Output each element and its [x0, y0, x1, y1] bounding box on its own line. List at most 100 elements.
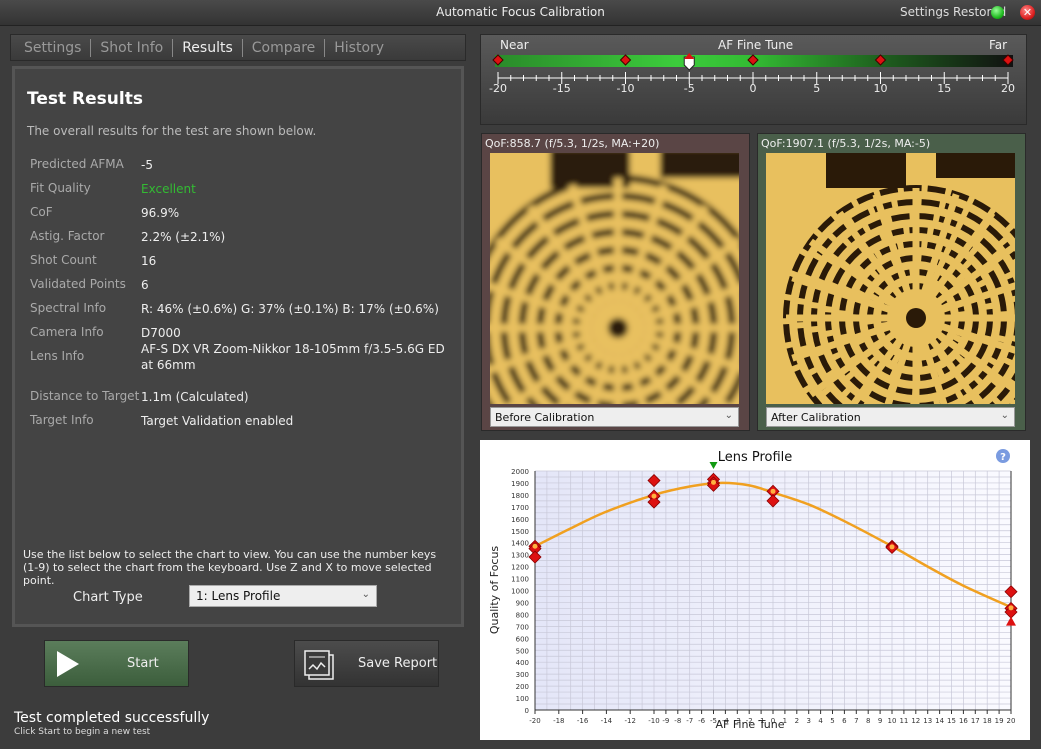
play-icon — [57, 651, 79, 677]
result-value: -5 — [141, 158, 153, 172]
help-icon-glyph: ? — [1000, 452, 1006, 463]
y-tick-label: 1200 — [511, 564, 529, 572]
result-label: Astig. Factor — [30, 229, 105, 243]
report-icon — [304, 650, 334, 680]
mean-point — [889, 544, 895, 550]
slider-tick-label: 5 — [813, 82, 820, 95]
x-tick-label: 11 — [899, 717, 908, 725]
y-tick-label: 1400 — [511, 540, 529, 548]
result-row: CoF 96.9% — [30, 205, 450, 220]
after-image-select[interactable]: After Calibration ⌄ — [766, 407, 1015, 427]
slider-tick-label: -5 — [684, 82, 695, 95]
before-image-select[interactable]: Before Calibration ⌄ — [490, 407, 739, 427]
slider-tick-label: 15 — [937, 82, 951, 95]
x-tick-label: 5 — [830, 717, 834, 725]
tab-bar: Settings Shot Info Results Compare Histo… — [10, 34, 466, 61]
result-label: Lens Info — [30, 349, 85, 363]
target-pattern — [766, 153, 1015, 404]
slider-tick-label: -20 — [489, 82, 507, 95]
y-tick-label: 300 — [516, 671, 529, 679]
mean-point — [1008, 605, 1014, 611]
result-label: Validated Points — [30, 277, 126, 291]
before-caption: QoF:858.7 (f/5.3, 1/2s, MA:+20) — [485, 137, 660, 150]
chevron-down-icon: ⌄ — [361, 589, 370, 600]
x-tick-label: 12 — [911, 717, 920, 725]
x-tick-label: 15 — [947, 717, 956, 725]
result-value: R: 46% (±0.6%) G: 37% (±0.1%) B: 17% (±0… — [141, 302, 439, 316]
y-tick-label: 500 — [516, 647, 529, 655]
x-axis-label: AF Fine Tune — [716, 718, 785, 731]
chart-type-select[interactable]: 1: Lens Profile ⌄ — [189, 585, 377, 607]
x-tick-label: 10 — [888, 717, 897, 725]
result-row: Camera Info D7000 — [30, 325, 450, 340]
result-value: 1.1m (Calculated) — [141, 390, 249, 404]
result-label: Predicted AFMA — [30, 157, 124, 171]
x-tick-label: 20 — [1007, 717, 1016, 725]
tab-shot-info[interactable]: Shot Info — [91, 38, 174, 57]
x-tick-label: -12 — [624, 717, 635, 725]
tab-history[interactable]: History — [325, 39, 393, 57]
slider-tick-label: -10 — [617, 82, 635, 95]
result-value: D7000 — [141, 326, 181, 340]
status-hint: Click Start to begin a new test — [14, 727, 151, 737]
start-button[interactable]: Start — [44, 640, 189, 687]
x-tick-label: 8 — [866, 717, 870, 725]
x-tick-label: -18 — [553, 717, 564, 725]
before-select-value: Before Calibration — [495, 411, 595, 424]
after-image-panel: QoF:1907.1 (f/5.3, 1/2s, MA:-5) After Ca… — [757, 133, 1026, 431]
af-fine-tune-slider[interactable]: -20 -15 -10 -5 0 5 10 15 20 — [481, 35, 1028, 126]
tab-results[interactable]: Results — [173, 38, 243, 57]
result-row: Target Info Target Validation enabled — [30, 413, 450, 428]
y-tick-label: 600 — [516, 635, 529, 643]
x-tick-label: -14 — [601, 717, 613, 725]
help-text: Use the list below to select the chart t… — [23, 548, 437, 587]
slider-tick-label: 20 — [1001, 82, 1015, 95]
x-tick-label: 7 — [854, 717, 858, 725]
x-tick-label: -7 — [686, 717, 693, 725]
result-value: Excellent — [141, 182, 196, 196]
x-tick-label: -10 — [648, 717, 659, 725]
y-tick-label: 900 — [516, 599, 529, 607]
x-tick-label: 19 — [995, 717, 1004, 725]
y-tick-label: 1300 — [511, 552, 529, 560]
x-tick-label: 9 — [878, 717, 882, 725]
after-target-image — [766, 153, 1015, 404]
save-report-label: Save Report — [358, 656, 438, 671]
x-tick-label: 3 — [806, 717, 810, 725]
x-tick-label: -9 — [662, 717, 669, 725]
close-button[interactable]: ✕ — [1020, 5, 1035, 20]
x-tick-label: 13 — [923, 717, 932, 725]
x-tick-label: -8 — [674, 717, 681, 725]
tab-compare[interactable]: Compare — [243, 38, 326, 57]
status-indicator-icon — [991, 6, 1004, 19]
status-message: Test completed successfully — [14, 710, 210, 726]
window-title: Automatic Focus Calibration — [436, 5, 605, 19]
optimum-marker-icon — [709, 462, 718, 469]
y-tick-label: 1000 — [511, 588, 529, 596]
result-row: Shot Count 16 — [30, 253, 450, 268]
chevron-down-icon: ⌄ — [724, 410, 733, 421]
af-fine-tune-panel: Near AF Fine Tune Far -20 -15 -10 -5 0 5 10 15 2… — [480, 34, 1027, 125]
mean-point — [770, 488, 776, 494]
y-tick-label: 0 — [525, 707, 529, 715]
mean-point — [532, 543, 538, 549]
y-tick-label: 400 — [516, 659, 529, 667]
result-row: Lens Info AF-S DX VR Zoom-Nikkor 18-105mm… — [30, 341, 450, 372]
chart-type-label: Chart Type — [73, 590, 143, 605]
result-label: Target Info — [30, 413, 94, 427]
tab-settings[interactable]: Settings — [15, 38, 92, 57]
result-value: 16 — [141, 254, 157, 268]
result-label: Spectral Info — [30, 301, 107, 315]
chart-title: Lens Profile — [718, 450, 793, 465]
y-tick-label: 1800 — [511, 492, 529, 500]
result-label: CoF — [30, 205, 53, 219]
x-tick-label: -16 — [577, 717, 589, 725]
y-axis-label: Quality of Focus — [488, 546, 501, 635]
x-tick-label: 18 — [983, 717, 992, 725]
save-report-button[interactable]: Save Report — [294, 640, 439, 687]
x-tick-label: 16 — [959, 717, 968, 725]
result-row: Predicted AFMA -5 — [30, 157, 450, 172]
y-tick-label: 100 — [516, 695, 529, 703]
result-row: Astig. Factor 2.2% (±2.1%) — [30, 229, 450, 244]
lens-profile-chart: 0 100 200 300 400 500 600 700 800 900 1000 1100 1200… — [480, 440, 1030, 740]
